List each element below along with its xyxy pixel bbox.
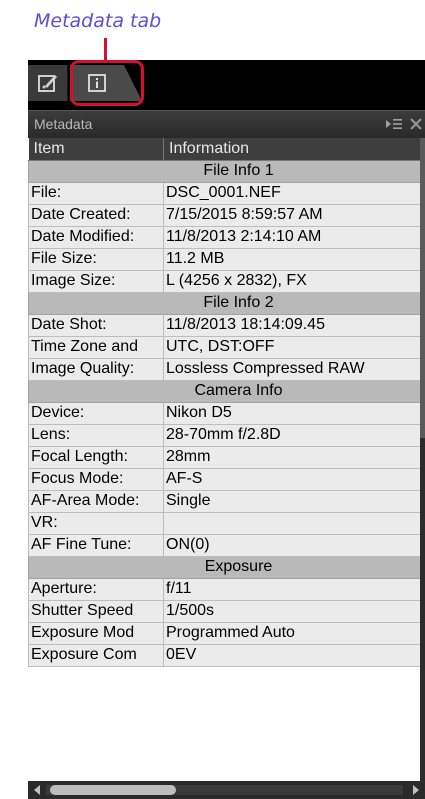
table-row[interactable]: AF Fine Tune: ON(0)	[28, 533, 420, 557]
panel-tab-bar	[28, 60, 425, 110]
information-cell: Single	[163, 489, 420, 513]
information-cell: 1/500s	[163, 599, 420, 623]
section-title: Exposure	[28, 555, 420, 579]
horizontal-scroll-thumb[interactable]	[50, 785, 176, 795]
section-header-row[interactable]: Camera Info	[28, 379, 420, 403]
table-row[interactable]: Date Modified: 11/8/2013 2:14:10 AM	[28, 225, 420, 249]
item-cell: Focal Length:	[28, 445, 164, 469]
metadata-tab-highlight	[70, 60, 144, 106]
information-cell: UTC, DST:OFF	[163, 335, 420, 359]
item-cell: Date Modified:	[28, 225, 164, 249]
information-cell: AF-S	[163, 467, 420, 491]
table-row[interactable]: Date Shot: 11/8/2013 18:14:09.45	[28, 313, 420, 337]
item-cell: Shutter Speed	[28, 599, 164, 623]
item-cell: Date Shot:	[28, 313, 164, 337]
information-cell: 28-70mm f/2.8D	[163, 423, 420, 447]
table-row[interactable]: Image Quality: Lossless Compressed RAW	[28, 357, 420, 381]
table-row[interactable]: Exposure Mod Programmed Auto	[28, 621, 420, 645]
item-cell: Image Quality:	[28, 357, 164, 381]
scroll-left-button[interactable]	[30, 783, 44, 797]
information-cell	[163, 511, 420, 535]
item-cell: AF-Area Mode:	[28, 489, 164, 513]
item-cell: Lens:	[28, 423, 164, 447]
edit-adjust-icon	[37, 75, 57, 92]
table-row[interactable]: AF-Area Mode: Single	[28, 489, 420, 513]
section-title: File Info 2	[28, 291, 420, 315]
information-cell: 11/8/2013 18:14:09.45	[163, 313, 420, 337]
item-cell: Focus Mode:	[28, 467, 164, 491]
item-cell: Exposure Mod	[28, 621, 164, 645]
vertical-scrollbar[interactable]	[420, 138, 425, 781]
table-row[interactable]: Exposure Com 0EV	[28, 643, 420, 667]
column-header-information[interactable]: Information	[163, 138, 420, 161]
information-cell: 11/8/2013 2:14:10 AM	[163, 225, 420, 249]
metadata-panel: Metadata Item Information File Info 1 Fi…	[28, 60, 425, 799]
scroll-right-button[interactable]	[409, 783, 423, 797]
section-title: Camera Info	[28, 379, 420, 403]
column-header-item[interactable]: Item	[28, 138, 164, 161]
section-title: File Info 1	[28, 159, 420, 183]
table-row[interactable]: File: DSC_0001.NEF	[28, 181, 420, 205]
section-header-row[interactable]: File Info 1	[28, 159, 420, 183]
section-header-row[interactable]: File Info 2	[28, 291, 420, 315]
table-row[interactable]: File Size: 11.2 MB	[28, 247, 420, 271]
information-cell: f/11	[163, 577, 420, 601]
table-row[interactable]: Date Created: 7/15/2015 8:59:57 AM	[28, 203, 420, 227]
information-cell: Programmed Auto	[163, 621, 420, 645]
table-row[interactable]: Aperture: f/11	[28, 577, 420, 601]
callout-leader-line	[104, 38, 107, 62]
horizontal-scrollbar[interactable]	[28, 781, 425, 799]
panel-title: Metadata	[34, 116, 93, 132]
item-cell: Device:	[28, 401, 164, 425]
item-cell: Exposure Com	[28, 643, 164, 667]
table-row[interactable]: Image Size: L (4256 x 2832), FX	[28, 269, 420, 293]
item-cell: File:	[28, 181, 164, 205]
information-cell: 7/15/2015 8:59:57 AM	[163, 203, 420, 227]
table-row[interactable]: Focal Length: 28mm	[28, 445, 420, 469]
table-row[interactable]: Time Zone and UTC, DST:OFF	[28, 335, 420, 359]
information-cell: 0EV	[163, 643, 420, 667]
item-cell: Time Zone and	[28, 335, 164, 359]
table-row[interactable]: VR:	[28, 511, 420, 535]
table-row[interactable]: Lens: 28-70mm f/2.8D	[28, 423, 420, 447]
metadata-table-viewport[interactable]: Item Information File Info 1 File: DSC_000…	[28, 138, 420, 781]
item-cell: AF Fine Tune:	[28, 533, 164, 557]
information-cell: L (4256 x 2832), FX	[163, 269, 420, 293]
table-row[interactable]: Shutter Speed 1/500s	[28, 599, 420, 623]
item-cell: Date Created:	[28, 203, 164, 227]
item-cell: Aperture:	[28, 577, 164, 601]
tab-adjustments[interactable]	[28, 65, 68, 101]
information-cell: DSC_0001.NEF	[163, 181, 420, 205]
vertical-scroll-thumb[interactable]	[420, 138, 425, 438]
metadata-tab-callout-label: Metadata tab	[34, 10, 162, 32]
table-row[interactable]: Device: Nikon D5	[28, 401, 420, 425]
item-cell: VR:	[28, 511, 164, 535]
information-cell: Nikon D5	[163, 401, 420, 425]
metadata-table-body: File Info 1 File: DSC_0001.NEF Date Created…	[28, 159, 420, 667]
arrow-right-icon	[413, 785, 419, 795]
metadata-table: Item Information File Info 1 File: DSC_000…	[28, 138, 420, 667]
information-cell: Lossless Compressed RAW	[163, 357, 420, 381]
item-cell: Image Size:	[28, 269, 164, 293]
panel-title-bar: Metadata	[28, 110, 425, 138]
arrow-left-icon	[34, 785, 40, 795]
table-row[interactable]: Focus Mode: AF-S	[28, 467, 420, 491]
panel-menu-icon[interactable]	[385, 117, 403, 136]
section-header-row[interactable]: Exposure	[28, 555, 420, 579]
close-icon[interactable]	[409, 115, 423, 138]
table-header-row: Item Information	[28, 138, 420, 161]
horizontal-scroll-track[interactable]	[46, 785, 403, 795]
item-cell: File Size:	[28, 247, 164, 271]
information-cell: 28mm	[163, 445, 420, 469]
information-cell: 11.2 MB	[163, 247, 420, 271]
information-cell: ON(0)	[163, 533, 420, 557]
